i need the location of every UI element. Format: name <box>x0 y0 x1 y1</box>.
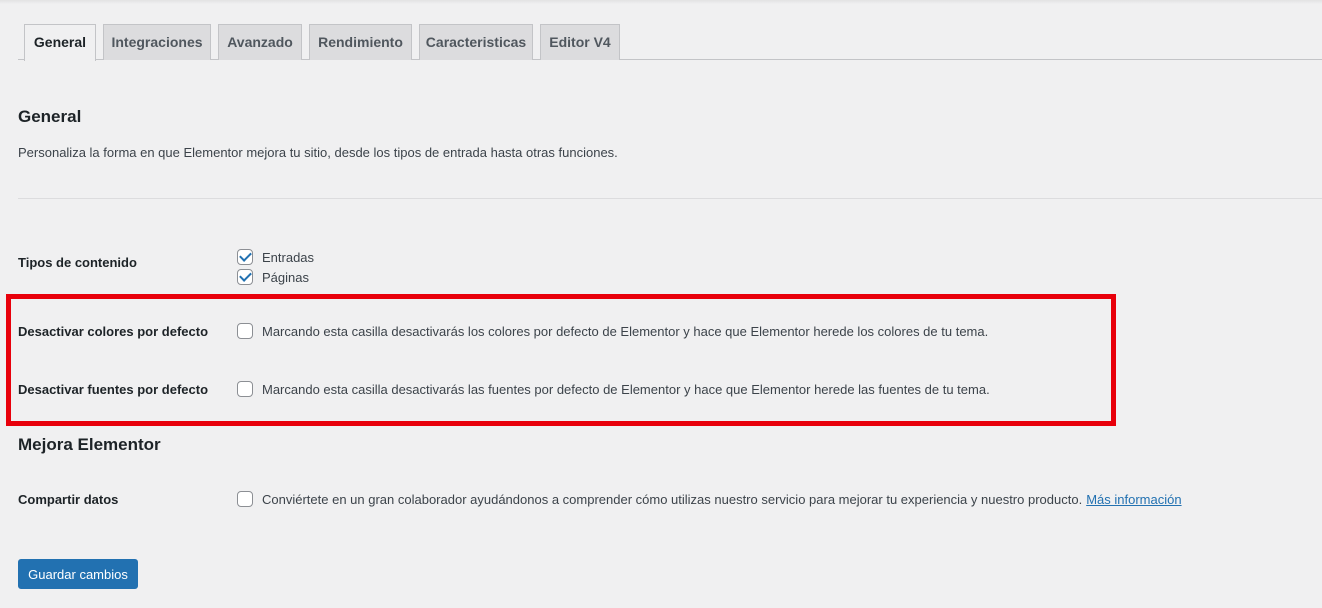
more-info-link[interactable]: Más información <box>1086 492 1181 507</box>
elementor-settings-page: General Integraciones Avanzado Rendimien… <box>0 0 1322 608</box>
option-entradas[interactable]: Entradas <box>237 249 314 265</box>
paginas-checkbox[interactable] <box>237 269 253 285</box>
entradas-checkbox[interactable] <box>237 249 253 265</box>
section-divider <box>18 198 1322 199</box>
section-description: Personaliza la forma en que Elementor me… <box>18 145 618 160</box>
red-highlight-box <box>6 294 1116 426</box>
entradas-label: Entradas <box>262 249 315 265</box>
content-types-label: Tipos de contenido <box>18 255 137 270</box>
option-paginas[interactable]: Páginas <box>237 269 309 285</box>
tab-integraciones[interactable]: Integraciones <box>103 24 211 60</box>
section-title-general: General <box>18 107 82 126</box>
tab-avanzado[interactable]: Avanzado <box>218 24 302 60</box>
share-data-text: Conviértete en un gran colaborador ayudá… <box>262 491 1083 507</box>
settings-tabs: General Integraciones Avanzado Rendimien… <box>18 24 1322 61</box>
tab-caracteristicas[interactable]: Caracteristicas <box>419 24 533 60</box>
top-shadow <box>0 0 1322 4</box>
section-title-mejora: Mejora Elementor <box>18 435 161 454</box>
tab-general[interactable]: General <box>24 24 96 61</box>
paginas-label: Páginas <box>262 269 309 285</box>
save-changes-button[interactable]: Guardar cambios <box>18 559 138 589</box>
share-data-option[interactable]: Conviértete en un gran colaborador ayudá… <box>237 491 1182 507</box>
share-data-checkbox[interactable] <box>237 491 253 507</box>
tab-rendimiento[interactable]: Rendimiento <box>309 24 412 60</box>
share-data-label: Compartir datos <box>18 492 119 507</box>
tab-editor-v4[interactable]: Editor V4 <box>540 24 620 60</box>
